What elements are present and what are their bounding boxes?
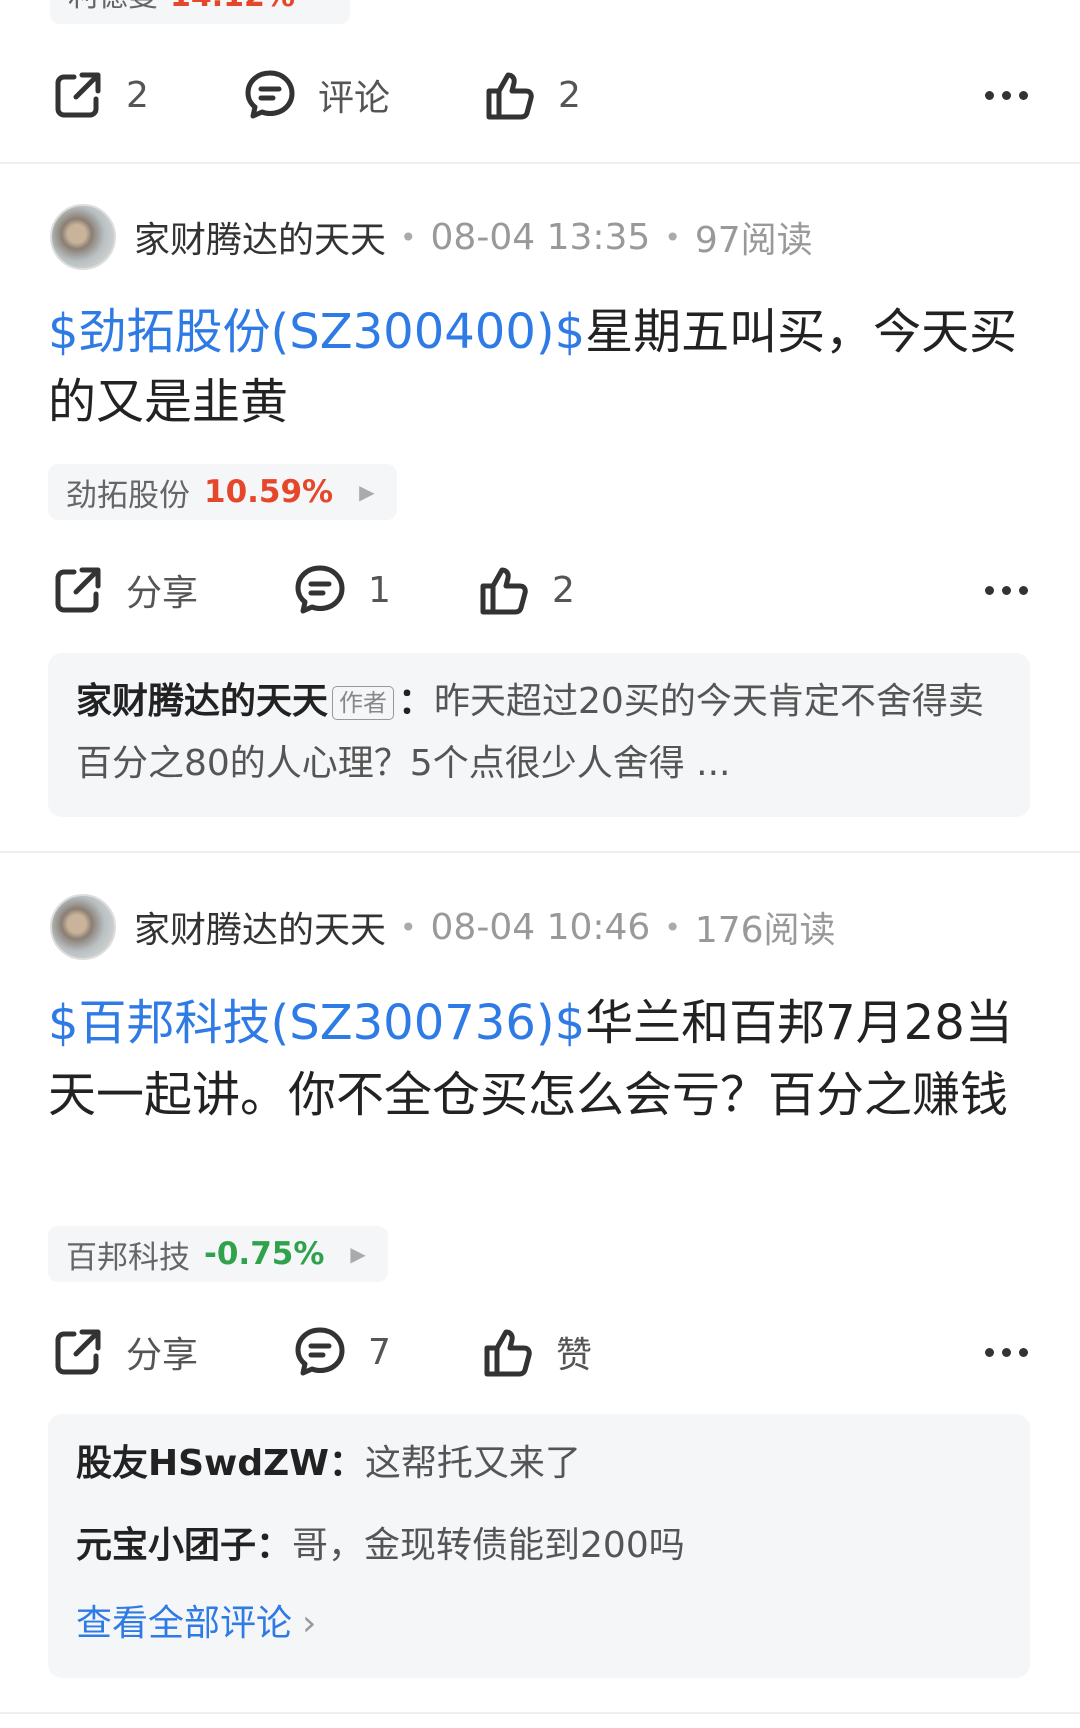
like-button[interactable]: 赞 [480, 1307, 592, 1397]
post-body[interactable]: $劲拓股份(SZ300400)$星期五叫买，今天买的又是韭黄 [48, 297, 1038, 437]
read-count: 176阅读 [694, 910, 836, 951]
read-count: 97阅读 [694, 220, 813, 261]
stock-link[interactable]: $百邦科技(SZ300736)$ [48, 995, 585, 1051]
share-label: 分享 [126, 573, 199, 614]
comment-text: 哥，金现转债能到200吗 [292, 1525, 685, 1566]
comment-author[interactable]: 元宝小团子 [76, 1525, 256, 1566]
action-bar: 分享 7 赞 [0, 1307, 1080, 1397]
thumbs-up-icon [486, 72, 534, 120]
comment-button[interactable]: 1 [292, 545, 391, 635]
share-button[interactable]: 分享 [50, 1307, 198, 1397]
comment-icon [245, 70, 295, 119]
stock-change: 14.12% [170, 0, 295, 14]
stock-link[interactable]: $劲拓股份(SZ300400)$ [48, 304, 585, 360]
share-label: 分享 [126, 1335, 199, 1376]
comment-item[interactable]: 股友HSwdZW：这帮托又来了 [76, 1436, 1002, 1492]
stock-name: 劲拓股份 [66, 477, 190, 514]
chevron-right-icon: ▶ [359, 480, 375, 504]
post-header: 家财腾达的天天 • 08-04 13:35 • 97阅读 [50, 202, 813, 272]
share-button[interactable]: 2 [50, 50, 149, 140]
author-name[interactable]: 家财腾达的天天 [134, 211, 386, 263]
stock-name: 利德曼 [68, 0, 158, 14]
comment-text: 这帮托又来了 [364, 1443, 581, 1484]
thumbs-up-icon [480, 567, 528, 615]
stock-change: 10.59% [204, 474, 334, 510]
avatar[interactable] [50, 204, 116, 270]
post-body[interactable]: $百邦科技(SZ300736)$华兰和百邦7月28当天一起讲。你不全仓买怎么会亏… [48, 987, 1023, 1131]
comment-button[interactable]: 7 [292, 1307, 391, 1397]
divider [0, 851, 1080, 853]
author-name[interactable]: 家财腾达的天天 [134, 901, 386, 953]
avatar[interactable] [50, 894, 116, 960]
more-button[interactable] [977, 545, 1028, 635]
chevron-right-icon: ▶ [350, 1242, 366, 1266]
action-bar-top: 2 评论 2 [0, 50, 1080, 140]
comment-button[interactable]: 评论 [242, 50, 390, 140]
post-header: 家财腾达的天天 • 08-04 10:46 • 176阅读 [50, 892, 836, 962]
like-button[interactable]: 2 [476, 545, 575, 635]
view-all-comments-link[interactable]: 查看全部评论 › [76, 1596, 1002, 1652]
share-icon [55, 567, 101, 613]
share-button[interactable]: 分享 [50, 545, 198, 635]
more-button[interactable] [977, 50, 1028, 140]
chevron-right-icon: › [302, 1603, 317, 1644]
comment-item[interactable]: 元宝小团子：哥，金现转债能到200吗 [76, 1518, 1002, 1574]
divider [0, 1712, 1080, 1714]
stock-change: -0.75% [204, 1236, 325, 1272]
comment-preview[interactable]: 家财腾达的天天 作者 ：昨天超过20买的今天肯定不舍得卖百分之80的人心理？5个点很… [48, 653, 1030, 817]
stock-chip[interactable]: 劲拓股份 10.59% ▶ [48, 464, 397, 520]
share-icon [55, 1329, 101, 1375]
comment-icon [295, 565, 345, 614]
author-badge: 作者 [332, 686, 395, 720]
like-count: 2 [552, 569, 575, 611]
thumbs-up-icon [484, 1329, 532, 1377]
divider [0, 162, 1080, 164]
more-icon [977, 90, 1028, 100]
comment-author[interactable]: 股友HSwdZW [76, 1443, 329, 1484]
action-bar: 分享 1 2 [0, 545, 1080, 635]
like-button[interactable]: 2 [482, 50, 581, 140]
share-icon [55, 72, 101, 118]
like-label: 赞 [556, 1335, 593, 1376]
comment-count: 1 [368, 569, 391, 611]
more-icon [977, 585, 1028, 595]
post-time: 08-04 13:35 [430, 216, 651, 258]
post-time: 08-04 10:46 [430, 906, 651, 948]
comment-icon [295, 1327, 345, 1376]
stock-chip[interactable]: 百邦科技 -0.75% ▶ [48, 1226, 388, 1282]
more-icon [977, 1347, 1028, 1357]
comment-author[interactable]: 家财腾达的天天 [76, 681, 328, 722]
comment-count: 7 [368, 1331, 391, 1373]
comment-preview[interactable]: 股友HSwdZW：这帮托又来了 元宝小团子：哥，金现转债能到200吗 查看全部评… [48, 1414, 1030, 1678]
comment-label: 评论 [318, 78, 391, 119]
stock-name: 百邦科技 [66, 1239, 190, 1276]
more-button[interactable] [977, 1307, 1028, 1397]
share-count: 2 [126, 74, 149, 116]
like-count: 2 [558, 74, 581, 116]
stock-chip-top[interactable]: 利德曼 14.12% [50, 0, 350, 24]
